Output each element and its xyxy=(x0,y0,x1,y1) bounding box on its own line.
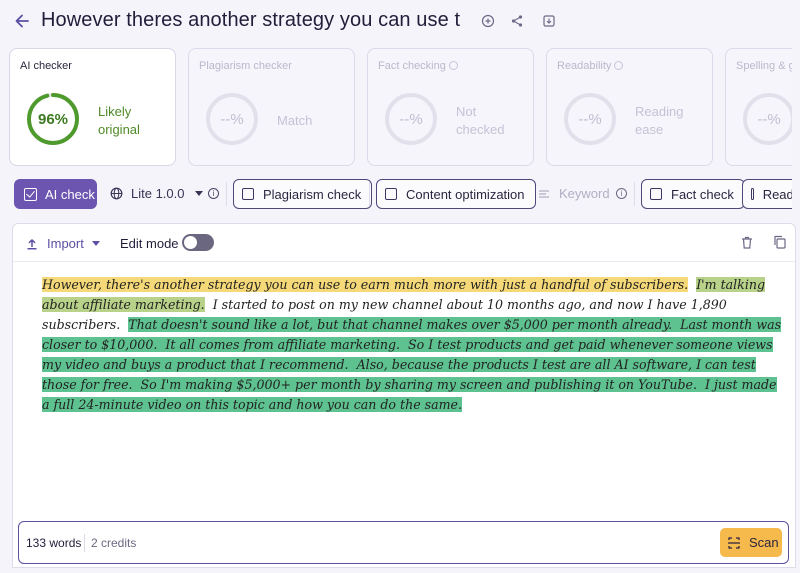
fact-check-toggle[interactable]: Fact check xyxy=(641,179,745,209)
info-icon[interactable]: i xyxy=(208,188,219,199)
fact-check-label: Fact check xyxy=(671,186,734,202)
model-label: Lite 1.0.0 xyxy=(131,186,185,201)
globe-icon xyxy=(110,187,123,200)
chevron-down-icon xyxy=(194,191,203,196)
sentence-segment[interactable]: However, there's another strategy you ca… xyxy=(42,277,689,292)
checkbox-icon xyxy=(650,188,662,200)
checkbox-icon xyxy=(242,188,254,200)
divider xyxy=(226,182,227,206)
ai-score-value: 96% xyxy=(37,110,69,128)
card-ai-checker[interactable]: AI checker 96% Likely original xyxy=(9,48,176,166)
card-label: Spelling & gra xyxy=(736,60,800,72)
ai-check-label: AI check xyxy=(45,186,95,202)
word-count: 133 words xyxy=(26,536,82,550)
card-label: Plagiarism checker xyxy=(199,60,292,72)
share-icon[interactable] xyxy=(510,14,524,28)
sentence-segment[interactable]: So I'm making $5,000+ per month by shari… xyxy=(140,377,697,392)
checkbox-icon xyxy=(751,188,754,200)
scroll-fade xyxy=(792,48,800,218)
info-icon[interactable]: i xyxy=(616,188,627,199)
score-value: --% xyxy=(578,110,602,128)
keyword-icon xyxy=(539,189,549,198)
edit-mode-toggle[interactable] xyxy=(182,234,214,251)
keyword-field[interactable]: Keyword xyxy=(538,186,610,201)
score-status: Reading ease xyxy=(635,104,684,137)
import-button[interactable]: Import xyxy=(26,236,100,251)
plagiarism-check-label: Plagiarism check xyxy=(263,186,362,202)
score-status: Match xyxy=(277,113,313,128)
header: However theres another strategy you can … xyxy=(0,0,800,42)
scan-label: Scan xyxy=(749,535,779,550)
info-icon xyxy=(448,61,458,70)
upload-icon xyxy=(27,238,37,250)
card-label: AI checker xyxy=(20,60,72,72)
sentence-segment[interactable]: That doesn't sound like a lot, but that … xyxy=(128,317,673,332)
keyword-label: Keyword xyxy=(559,186,610,201)
analyzed-text[interactable]: However, there's another strategy you ca… xyxy=(42,275,782,415)
card-label: Readability xyxy=(557,60,624,72)
sentence-segment[interactable]: It all comes from affiliate marketing. xyxy=(165,337,401,352)
card-label: Fact checking xyxy=(378,60,458,72)
copy-icon[interactable] xyxy=(773,235,786,249)
plagiarism-check-toggle[interactable]: Plagiarism check xyxy=(233,179,373,209)
ai-check-toggle[interactable]: AI check xyxy=(14,179,97,209)
download-icon[interactable] xyxy=(542,14,556,28)
card-plagiarism-checker[interactable]: Plagiarism checker --% Match xyxy=(188,48,355,166)
info-icon xyxy=(614,61,624,70)
document-title[interactable]: However theres another strategy you can … xyxy=(41,9,461,32)
card-readability[interactable]: Readability --% Reading ease xyxy=(546,48,713,166)
score-value: --% xyxy=(757,110,781,128)
divider xyxy=(84,534,85,552)
ai-score-status: Likely original xyxy=(98,104,140,137)
scan-icon xyxy=(728,536,740,549)
trash-icon[interactable] xyxy=(741,236,753,249)
divider xyxy=(634,182,635,206)
score-value: --% xyxy=(220,110,244,128)
editor-panel: Import Edit mode However, there's anothe… xyxy=(12,223,796,568)
import-label: Import xyxy=(47,236,84,251)
checkbox-checked-icon xyxy=(24,187,37,201)
status-bar: 133 words 2 credits Scan xyxy=(18,521,789,564)
edit-mode-label: Edit mode xyxy=(120,236,179,251)
back-arrow-icon[interactable] xyxy=(12,11,32,31)
credit-count: 2 credits xyxy=(91,536,137,550)
divider xyxy=(369,182,370,206)
editor-toolbar: Import Edit mode xyxy=(13,224,795,262)
content-optimization-label: Content optimization xyxy=(406,186,525,202)
score-value: --% xyxy=(399,110,423,128)
checkbox-icon xyxy=(385,188,397,200)
chevron-down-icon xyxy=(91,241,100,246)
card-fact-checking[interactable]: Fact checking --% Not checked xyxy=(367,48,534,166)
add-circle-icon[interactable] xyxy=(481,14,495,28)
content-optimization-toggle[interactable]: Content optimization xyxy=(376,179,536,209)
scan-button[interactable]: Scan xyxy=(720,528,782,557)
model-select[interactable]: Lite 1.0.0 xyxy=(110,186,203,201)
card-spelling-grammar[interactable]: Spelling & gra --% xyxy=(725,48,800,166)
score-status: Not checked xyxy=(456,104,505,137)
